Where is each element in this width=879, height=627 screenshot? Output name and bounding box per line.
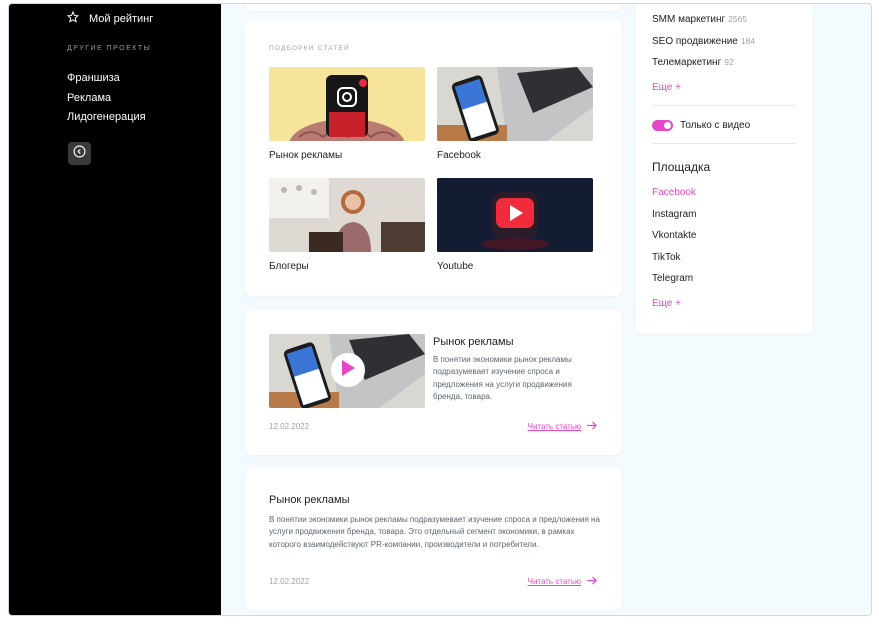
read-article-link[interactable]: Читать статью <box>528 576 598 587</box>
collection-label: Блогеры <box>269 261 309 272</box>
filters-panel: SMM маркетинг 2565 SEO продвижение 184 Тел… <box>636 4 812 334</box>
youtube-thumbnail <box>437 178 593 252</box>
play-button[interactable] <box>331 353 365 387</box>
collapse-sidebar-button[interactable] <box>68 142 91 165</box>
article-title[interactable]: Рынок рекламы <box>433 336 513 348</box>
my-rating-label: Мой рейтинг <box>89 12 154 25</box>
filter-category-smm[interactable]: SMM маркетинг 2565 <box>652 14 747 25</box>
collection-label: Facebook <box>437 150 481 161</box>
sidebar: Мой рейтинг ДРУГИЕ ПРОЕКТЫ Франшиза Рекл… <box>9 4 221 615</box>
categories-more-button[interactable]: Еще + <box>652 82 681 93</box>
filter-category-telemarketing[interactable]: Телемаркетинг 92 <box>652 57 734 68</box>
article-card-with-video[interactable]: Рынок рекламы В понятии экономики рынок … <box>245 310 622 455</box>
divider <box>652 143 796 144</box>
category-count: 184 <box>740 36 756 46</box>
article-collections-card: ПОДБОРКИ СТАТЕЙ Рынок рекламы Facebook Б… <box>245 19 622 296</box>
arrow-right-icon <box>587 421 598 432</box>
article-video-thumbnail[interactable] <box>269 334 425 408</box>
filter-category-seo[interactable]: SEO продвижение 184 <box>652 36 755 47</box>
category-label: SMM маркетинг <box>652 14 726 25</box>
sidebar-link-advertising[interactable]: Реклама <box>67 89 146 109</box>
video-only-toggle[interactable] <box>652 120 673 131</box>
category-label: SEO продвижение <box>652 36 738 47</box>
collection-tile-facebook[interactable]: Facebook <box>437 67 593 161</box>
article-excerpt: В понятии экономики рынок рекламы подраз… <box>269 515 600 549</box>
advertising-thumbnail <box>269 67 425 141</box>
article-date: 12.02.2022 <box>269 422 310 431</box>
read-article-label: Читать статью <box>527 422 581 431</box>
play-icon <box>341 359 355 381</box>
arrow-right-icon <box>587 576 598 587</box>
platform-telegram[interactable]: Telegram <box>652 273 693 284</box>
read-article-link[interactable]: Читать статью <box>528 421 598 432</box>
collection-tile-bloggers[interactable]: Блогеры <box>269 178 425 272</box>
sidebar-link-leadgen[interactable]: Лидогенерация <box>67 108 146 128</box>
article-excerpt: В понятии экономики рынок рекламы подраз… <box>433 355 572 401</box>
article-title[interactable]: Рынок рекламы <box>269 494 349 506</box>
bloggers-thumbnail <box>269 178 425 252</box>
category-label: Телемаркетинг <box>652 57 722 68</box>
article-date: 12.02.2022 <box>269 577 310 586</box>
platform-vkontakte[interactable]: Vkontakte <box>652 230 696 241</box>
chevron-left-circle-icon <box>73 145 86 163</box>
app-window: Мой рейтинг ДРУГИЕ ПРОЕКТЫ Франшиза Рекл… <box>8 3 872 616</box>
article-card-text[interactable]: Рынок рекламы В понятии экономики рынок … <box>245 468 622 610</box>
collection-tile-youtube[interactable]: Youtube <box>437 178 593 272</box>
other-projects-heading: ДРУГИЕ ПРОЕКТЫ <box>67 45 152 52</box>
platform-instagram[interactable]: Instagram <box>652 209 696 220</box>
other-projects-list: Франшиза Реклама Лидогенерация <box>67 69 146 128</box>
sidebar-link-franchise[interactable]: Франшиза <box>67 69 146 89</box>
collections-heading: ПОДБОРКИ СТАТЕЙ <box>269 45 350 52</box>
category-count: 2565 <box>728 14 748 24</box>
platforms-more-button[interactable]: Еще + <box>652 298 681 309</box>
previous-card-edge <box>245 4 622 11</box>
collection-tile-advertising[interactable]: Рынок рекламы <box>269 67 425 161</box>
facebook-thumbnail <box>437 67 593 141</box>
my-rating-link[interactable]: Мой рейтинг <box>66 10 154 26</box>
read-article-label: Читать статью <box>527 577 581 586</box>
divider <box>652 105 796 106</box>
platform-heading: Площадка <box>652 160 711 174</box>
collection-label: Рынок рекламы <box>269 150 343 161</box>
collection-label: Youtube <box>437 261 474 272</box>
platform-facebook[interactable]: Facebook <box>652 187 696 198</box>
category-count: 92 <box>724 57 734 67</box>
platform-tiktok[interactable]: TikTok <box>652 252 681 263</box>
video-only-label: Только с видео <box>680 120 751 131</box>
star-icon <box>66 10 80 26</box>
